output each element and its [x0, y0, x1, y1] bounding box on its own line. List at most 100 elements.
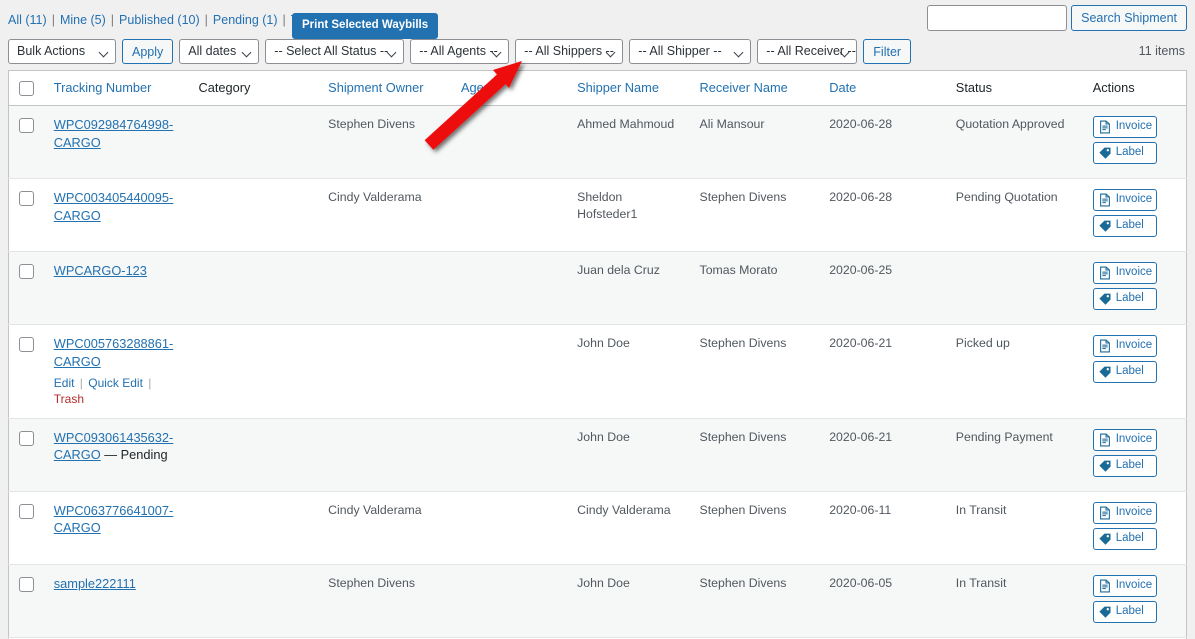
- column-header-label: Status: [955, 80, 993, 95]
- filter-button[interactable]: Filter: [863, 39, 912, 64]
- label-button[interactable]: Label: [1092, 454, 1157, 477]
- label-button[interactable]: Label: [1092, 142, 1157, 164]
- row-checkbox[interactable]: [19, 503, 34, 519]
- label-button[interactable]: Label: [1092, 527, 1157, 550]
- search-input[interactable]: [927, 5, 1068, 31]
- column-header-agent[interactable]: Agent: [450, 70, 568, 106]
- print-selected-waybills-button[interactable]: Print Selected Waybills: [292, 13, 439, 39]
- label-button[interactable]: Label: [1092, 288, 1157, 310]
- invoice-button-label: Invoice: [1115, 266, 1153, 279]
- date-cell: 2020-06-21: [819, 417, 946, 492]
- view-link-all[interactable]: All (11): [8, 13, 47, 27]
- column-header-label: Agent: [460, 80, 495, 95]
- invoice-button-label: Invoice: [1115, 505, 1153, 518]
- status-cell: Picked up: [945, 324, 1083, 419]
- tracking-number-link[interactable]: WPCARGO-123: [54, 263, 147, 278]
- table-row: WPC005763288861-CARGO Edit | Quick Edit |…: [8, 324, 1187, 419]
- all-shipper-value: -- All Shipper --: [638, 44, 722, 58]
- shipper-name-cell: Ahmed Mahmoud: [577, 117, 675, 131]
- all-shippers-select[interactable]: -- All Shippers --: [515, 39, 624, 64]
- all-dates-select[interactable]: All dates: [179, 39, 260, 64]
- label-button[interactable]: Label: [1092, 215, 1157, 237]
- category-cell: [188, 417, 319, 492]
- shipment-search-box: Search Shipment: [927, 5, 1187, 31]
- select-all-status-select[interactable]: -- Select All Status --: [265, 39, 405, 64]
- column-header-shipper[interactable]: Shipper Name: [567, 70, 690, 106]
- search-shipment-button[interactable]: Search Shipment: [1071, 5, 1187, 31]
- column-header-label: Date: [829, 80, 857, 95]
- tracking-number-link[interactable]: sample222111: [54, 576, 136, 591]
- shipper-name-cell: Cindy Valderama: [567, 490, 690, 565]
- agent-cell: [450, 563, 568, 638]
- column-header-owner[interactable]: Shipment Owner: [318, 70, 451, 106]
- view-separator: |: [51, 13, 55, 27]
- date-cell: 2020-06-05: [819, 563, 946, 638]
- row-checkbox[interactable]: [19, 118, 34, 133]
- invoice-document-icon: [1099, 433, 1110, 447]
- all-shippers-value: -- All Shippers --: [524, 44, 614, 58]
- column-header-tracking[interactable]: Tracking Number: [43, 70, 189, 106]
- all-shipper-select[interactable]: -- All Shipper --: [629, 39, 752, 64]
- status-cell: In Transit: [945, 563, 1083, 638]
- chevron-down-icon: [388, 49, 396, 57]
- row-checkbox-cell: [8, 251, 44, 325]
- shipper-name-cell: John Doe: [567, 417, 690, 492]
- tracking-number-link[interactable]: WPC003405440095-CARGO: [54, 190, 174, 223]
- label-button-label: Label: [1115, 365, 1144, 378]
- column-header-label: Actions: [1092, 80, 1135, 95]
- view-link-label: All: [8, 13, 26, 27]
- date-cell: 2020-06-11: [819, 490, 946, 565]
- row-action-trash[interactable]: Trash: [54, 392, 84, 406]
- table-body: WPC092984764998-CARGO Stephen Divens Ahmed…: [8, 105, 1187, 639]
- label-tag-icon: [1099, 606, 1111, 618]
- tracking-number-link[interactable]: WPC063776641007-CARGO: [54, 503, 174, 536]
- all-agents-select[interactable]: -- All Agents --: [410, 39, 510, 64]
- column-header-category: Category: [188, 70, 319, 106]
- invoice-button[interactable]: Invoice: [1092, 189, 1157, 211]
- label-button[interactable]: Label: [1092, 361, 1157, 383]
- invoice-button[interactable]: Invoice: [1092, 262, 1157, 284]
- row-action-quick-edit[interactable]: Quick Edit: [88, 376, 143, 390]
- label-button[interactable]: Label: [1092, 600, 1157, 623]
- label-button-label: Label: [1115, 604, 1144, 617]
- view-link-count: (1): [262, 13, 278, 27]
- row-checkbox[interactable]: [19, 264, 34, 279]
- invoice-button[interactable]: Invoice: [1092, 501, 1157, 524]
- all-receiver-select[interactable]: -- All Receiver --: [757, 39, 858, 64]
- row-checkbox[interactable]: [19, 576, 34, 592]
- invoice-button[interactable]: Invoice: [1092, 574, 1157, 597]
- table-head: Tracking Number Category Shipment Owner Age…: [8, 70, 1187, 106]
- agent-cell: [450, 417, 568, 492]
- column-header-label: Category: [198, 80, 251, 95]
- row-checkbox[interactable]: [19, 191, 34, 206]
- row-checkbox-cell: [8, 563, 44, 638]
- select-all-checkbox[interactable]: [19, 81, 34, 96]
- agent-cell: [450, 251, 568, 325]
- actions-cell: Invoice Label: [1082, 563, 1187, 638]
- bulk-actions-value: Bulk Actions: [17, 44, 86, 58]
- tracking-number-link[interactable]: WPC092984764998-CARGO: [54, 117, 174, 150]
- date-cell: 2020-06-28: [829, 117, 893, 131]
- tracking-number-cell: WPC092984764998-CARGO: [44, 106, 189, 179]
- row-action-separator: |: [144, 376, 152, 391]
- invoice-button[interactable]: Invoice: [1092, 428, 1157, 451]
- tracking-number-link[interactable]: WPC005763288861-CARGO: [54, 336, 174, 369]
- receiver-name-cell: Ali Mansour: [699, 117, 765, 131]
- label-tag-icon: [1099, 366, 1111, 378]
- row-checkbox[interactable]: [19, 337, 34, 352]
- view-link-mine[interactable]: Mine (5): [60, 13, 106, 27]
- row-checkbox[interactable]: [19, 430, 34, 446]
- chevron-down-icon: [735, 49, 743, 57]
- column-header-date[interactable]: Date: [819, 70, 946, 106]
- bulk-actions-select[interactable]: Bulk Actions: [8, 39, 116, 64]
- row-action-edit[interactable]: Edit: [54, 376, 75, 390]
- column-header-receiver[interactable]: Receiver Name: [689, 70, 820, 106]
- label-button-label: Label: [1115, 458, 1144, 471]
- invoice-button[interactable]: Invoice: [1092, 335, 1157, 357]
- invoice-button[interactable]: Invoice: [1092, 116, 1157, 138]
- view-link-published[interactable]: Published (10): [119, 13, 200, 27]
- table-row: WPC093061435632-CARGO — Pending John Doe S…: [8, 417, 1187, 492]
- apply-button[interactable]: Apply: [122, 39, 174, 64]
- all-dates-value: All dates: [188, 44, 237, 58]
- view-link-pending[interactable]: Pending (1): [213, 13, 278, 27]
